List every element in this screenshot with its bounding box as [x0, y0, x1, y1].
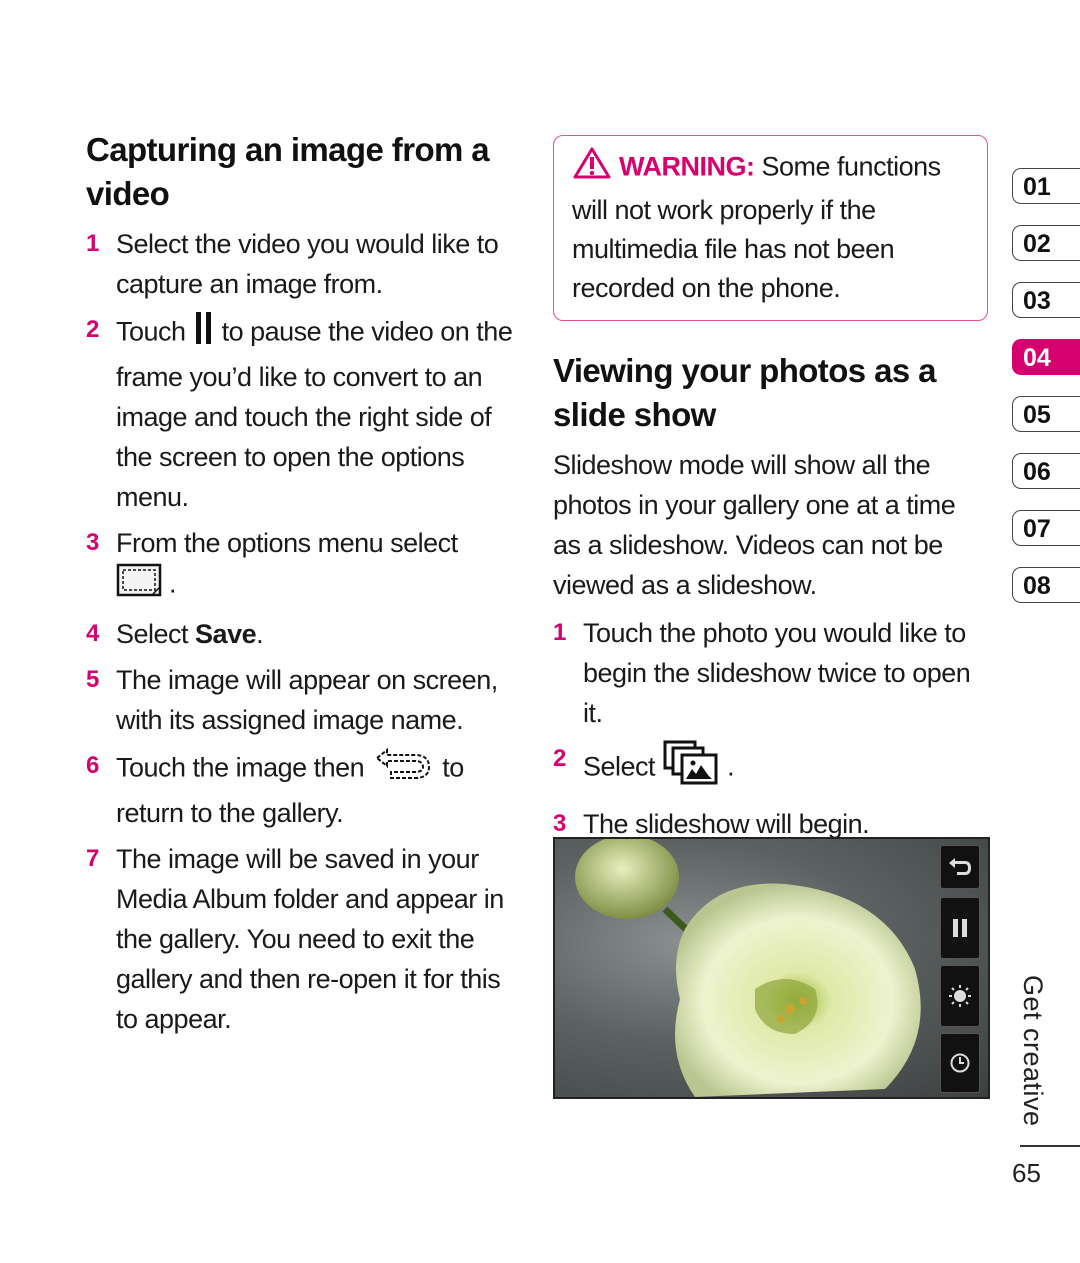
chapter-tab-07[interactable]: 07 — [1012, 510, 1080, 546]
chapter-tab-03[interactable]: 03 — [1012, 282, 1080, 318]
slideshow-icon — [662, 739, 720, 798]
step-item: 2 Touch to pause the video on the frame … — [86, 310, 526, 517]
chapter-tab-08[interactable]: 08 — [1012, 567, 1080, 603]
step-number: 4 — [86, 620, 99, 647]
step-item: 1 Select the video you would like to cap… — [86, 224, 526, 304]
step-text: Touch the photo you would like to begin … — [583, 618, 971, 728]
warning-box: WARNING: Some functions will not work pr… — [553, 135, 988, 321]
slideshow-intro: Slideshow mode will show all the photos … — [553, 450, 956, 600]
chapter-side-label: Get creative — [1018, 975, 1048, 1127]
page-number: 65 — [1012, 1158, 1041, 1188]
chapter-tabs: 01 02 03 04 05 06 07 08 — [1012, 168, 1080, 624]
chapter-tab-06[interactable]: 06 — [1012, 453, 1080, 489]
step-text: . — [727, 751, 735, 782]
step-text: Select the video you would like to captu… — [116, 229, 499, 299]
step-number: 1 — [86, 230, 99, 257]
step-number: 6 — [86, 752, 99, 779]
step-text: The image will appear on screen, with it… — [116, 665, 498, 735]
slideshow-screenshot — [553, 837, 990, 1099]
step-text: Select — [583, 751, 656, 782]
step-text: . — [256, 619, 264, 649]
step-number: 5 — [86, 666, 99, 693]
step-number: 1 — [553, 619, 566, 646]
step-text: . — [169, 568, 177, 599]
step-item: 4 Select Save. — [86, 614, 526, 654]
step-item: 6 Touch the image then to return to the … — [86, 746, 526, 833]
chapter-tab-02[interactable]: 02 — [1012, 225, 1080, 261]
back-control-button[interactable] — [940, 845, 980, 889]
right-column: WARNING: Some functions will not work pr… — [553, 135, 988, 850]
warning-triangle-icon — [572, 146, 612, 191]
step-text: The slideshow will begin. — [583, 809, 870, 839]
step-text: The image will be saved in your Media Al… — [116, 844, 504, 1034]
save-label: Save — [195, 619, 257, 649]
step-number: 2 — [86, 316, 99, 343]
step-number: 3 — [86, 529, 99, 556]
left-column: Capturing an image from a video 1 Select… — [86, 128, 526, 1045]
chapter-tab-01[interactable]: 01 — [1012, 168, 1080, 204]
brightness-control-button[interactable] — [940, 965, 980, 1027]
back-arrow-icon — [371, 746, 435, 793]
step-item: 7 The image will be saved in your Media … — [86, 839, 526, 1039]
capture-frame-icon — [116, 563, 162, 608]
warning-label: WARNING: — [619, 151, 755, 182]
pause-icon — [193, 310, 215, 357]
chapter-tab-04[interactable]: 04 — [1012, 339, 1080, 375]
chapter-tab-05[interactable]: 05 — [1012, 396, 1080, 432]
pause-control-button[interactable] — [940, 897, 980, 959]
flower-photo — [575, 839, 921, 1097]
step-number: 2 — [553, 745, 566, 772]
step-item: 2 Select . — [553, 739, 988, 798]
step-item: 3 From the options menu select . — [86, 523, 526, 608]
timer-control-button[interactable] — [940, 1033, 980, 1093]
section-title-capturing: Capturing an image from a video — [86, 131, 490, 212]
step-item: 5 The image will appear on screen, with … — [86, 660, 526, 740]
page-divider — [1020, 1145, 1080, 1147]
step-text: Touch — [116, 316, 186, 347]
step-item: 1 Touch the photo you would like to begi… — [553, 613, 988, 733]
step-number: 7 — [86, 845, 99, 872]
step-text: Select — [116, 619, 196, 649]
step-text: From the options menu select — [116, 528, 458, 558]
step-text: Touch the image then — [116, 752, 365, 783]
section-title-slideshow: Viewing your photos as a slide show — [553, 352, 937, 433]
